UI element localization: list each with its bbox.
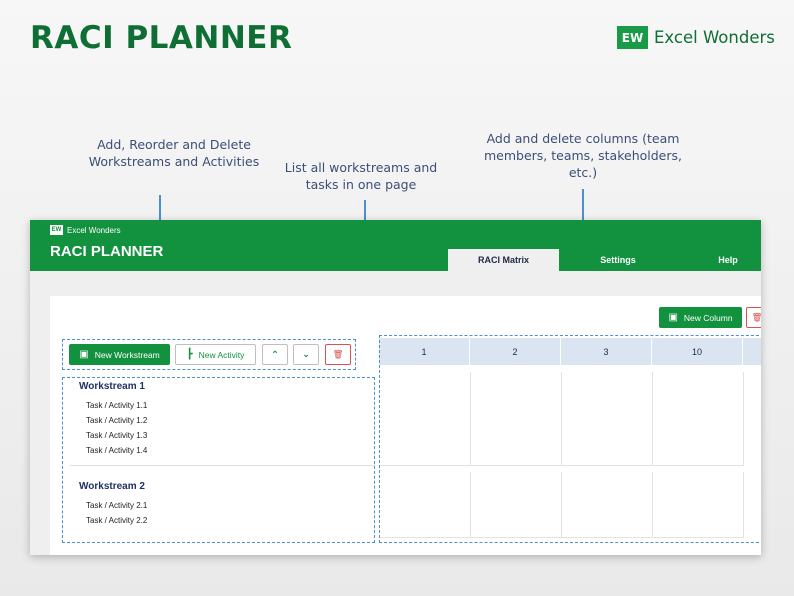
- new-column-label: New Column: [683, 312, 733, 323]
- highlight-toolbar: [62, 339, 356, 370]
- page-title: RACI PLANNER: [30, 20, 293, 56]
- app-screenshot: EW Excel Wonders RACI PLANNER RACI Matri…: [30, 220, 761, 555]
- callout-reorder: Add, Reorder and Delete Workstreams and …: [88, 137, 260, 169]
- brand-name: Excel Wonders: [654, 28, 775, 47]
- highlight-workstreams: [62, 377, 375, 543]
- excel-wonders-logo-icon: EW: [617, 26, 648, 49]
- delete-column-button[interactable]: 🗑: [746, 307, 761, 328]
- app-title: RACI PLANNER: [50, 243, 164, 260]
- brand-logo: EW Excel Wonders: [617, 26, 775, 49]
- tab-raci-matrix[interactable]: RACI Matrix: [448, 249, 559, 271]
- trash-icon: 🗑: [751, 312, 761, 322]
- highlight-columns: [379, 335, 761, 543]
- app-header: EW Excel Wonders RACI PLANNER RACI Matri…: [30, 220, 761, 271]
- new-column-button[interactable]: ▣ New Column: [659, 307, 742, 328]
- tab-help[interactable]: Help: [698, 249, 758, 271]
- callout-columns: Add and delete columns (team members, te…: [483, 131, 682, 180]
- callout-list: List all workstreams and tasks in one pa…: [284, 160, 438, 192]
- tab-settings[interactable]: Settings: [578, 249, 658, 271]
- app-brand-name: Excel Wonders: [67, 225, 121, 235]
- app-logo-icon: EW: [50, 225, 63, 235]
- app-brand: EW Excel Wonders: [50, 225, 121, 235]
- add-column-icon: ▣: [668, 312, 678, 323]
